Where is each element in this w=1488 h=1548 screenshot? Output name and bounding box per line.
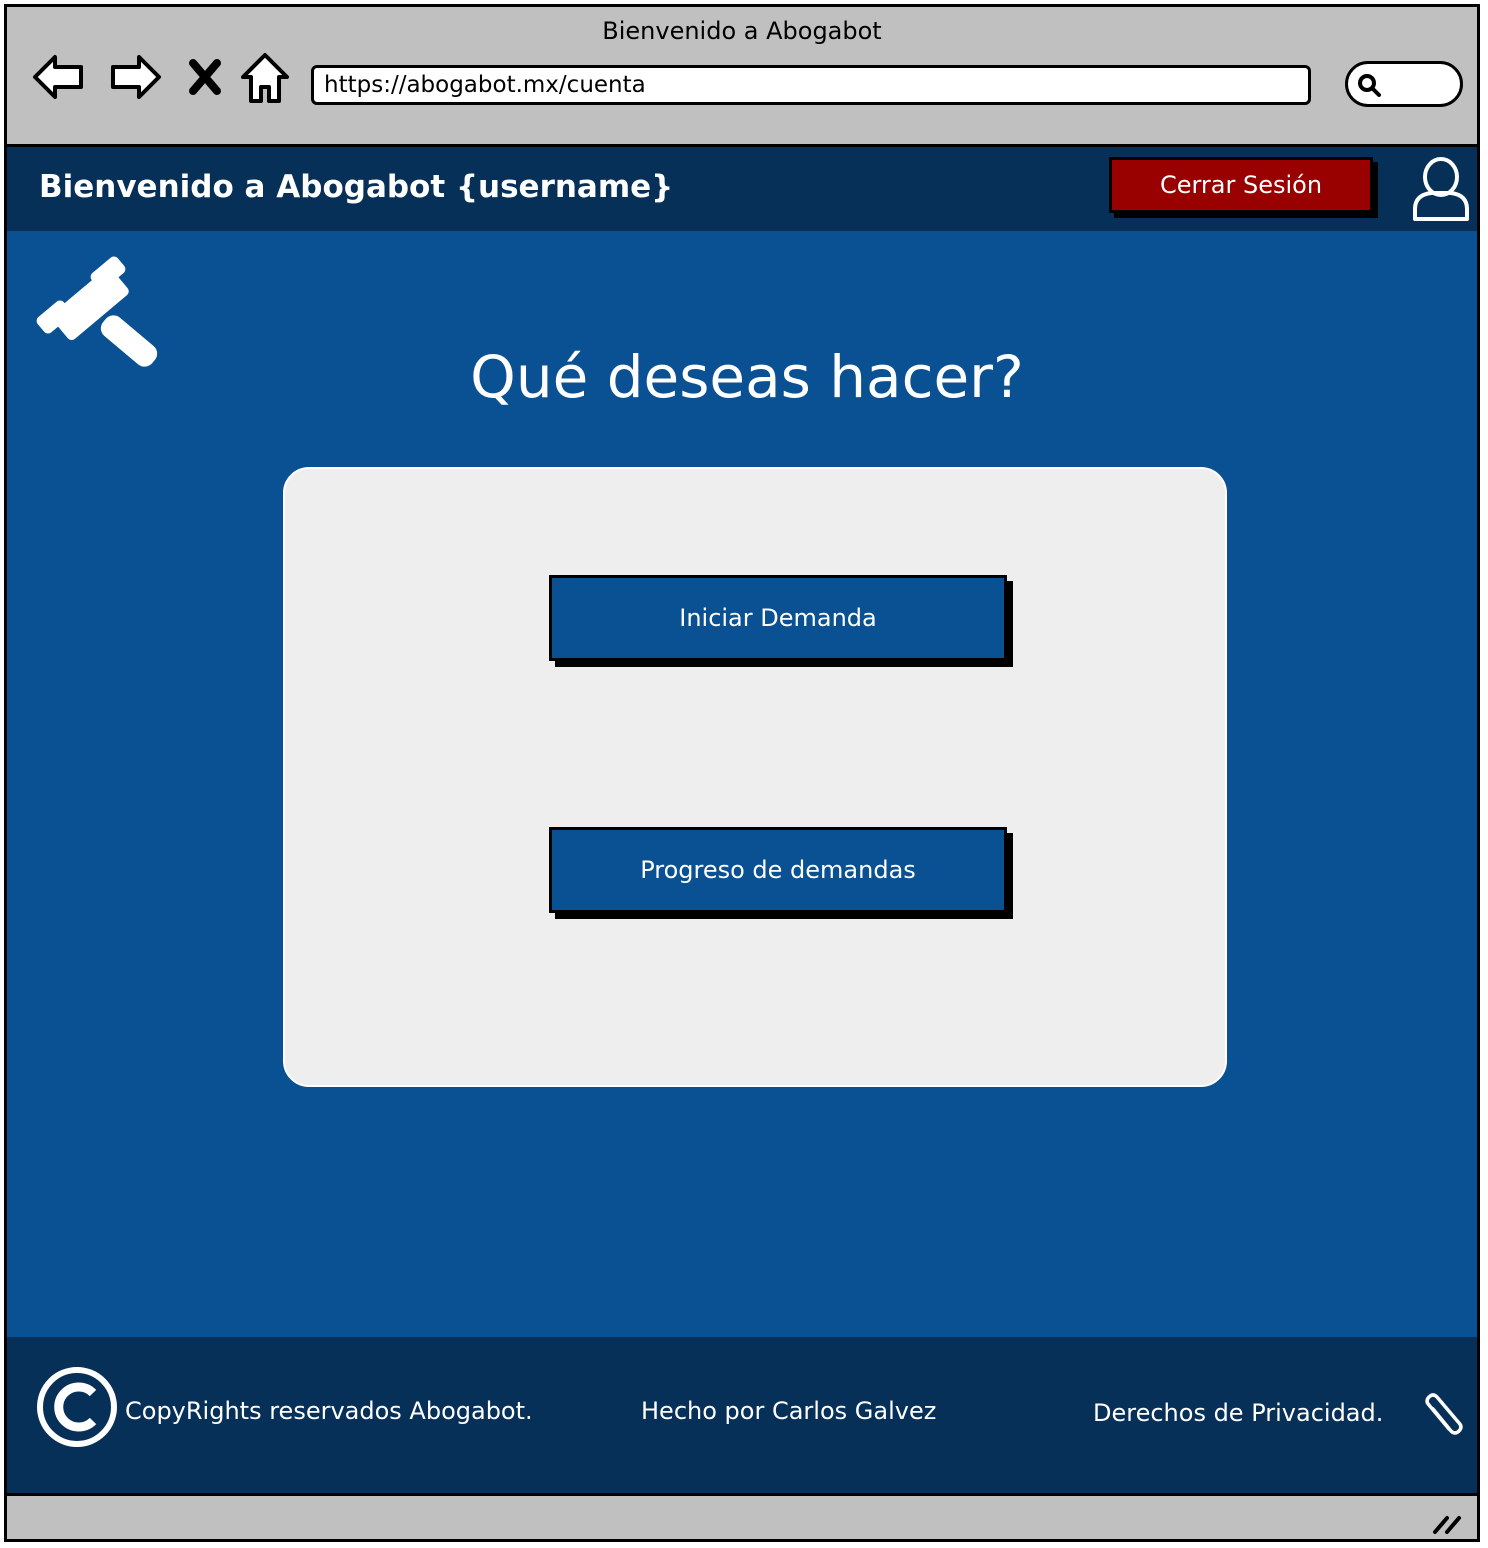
page-heading: Qué deseas hacer? [470, 343, 1024, 411]
copyright-text: CopyRights reservados Abogabot. [125, 1397, 533, 1425]
actions-card: Iniciar Demanda Progreso de demandas [283, 467, 1227, 1087]
resize-handle-icon[interactable] [1431, 1510, 1465, 1536]
forward-arrow-icon[interactable] [107, 49, 163, 105]
logout-button[interactable]: Cerrar Sesión [1109, 157, 1373, 213]
home-icon[interactable] [237, 49, 293, 105]
browser-statusbar [7, 1493, 1477, 1539]
browser-window: Bienvenido a Abogabot https://abogabot.m… [4, 4, 1480, 1542]
welcome-title: Bienvenido a Abogabot {username} [39, 169, 674, 205]
start-lawsuit-button[interactable]: Iniciar Demanda [549, 575, 1007, 661]
page-footer: CopyRights reservados Abogabot. Hecho po… [7, 1337, 1477, 1493]
back-arrow-icon[interactable] [31, 49, 87, 105]
paperclip-icon[interactable] [1419, 1391, 1465, 1437]
search-icon [1356, 72, 1382, 98]
lawsuit-progress-button[interactable]: Progreso de demandas [549, 827, 1007, 913]
url-bar[interactable]: https://abogabot.mx/cuenta [311, 65, 1311, 105]
app-header: Bienvenido a Abogabot {username} Cerrar … [7, 147, 1477, 231]
user-icon[interactable] [1411, 155, 1471, 223]
browser-chrome: Bienvenido a Abogabot https://abogabot.m… [7, 7, 1477, 147]
privacy-link[interactable]: Derechos de Privacidad. [1093, 1399, 1383, 1427]
author-text: Hecho por Carlos Galvez [641, 1397, 937, 1425]
browser-search-box[interactable] [1345, 61, 1463, 107]
stop-icon[interactable] [185, 49, 225, 105]
main-content: Qué deseas hacer? Iniciar Demanda Progre… [7, 231, 1477, 1337]
window-title: Bienvenido a Abogabot [602, 17, 882, 45]
copyright-icon [35, 1365, 119, 1449]
